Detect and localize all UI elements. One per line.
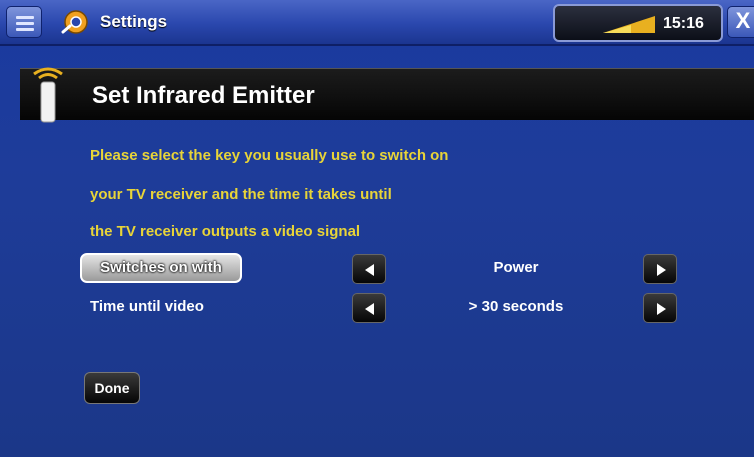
close-button[interactable]: X (727, 6, 754, 38)
arrow-right-icon (657, 264, 666, 276)
clock: 15:16 (663, 15, 704, 32)
switches-on-with-button[interactable]: Switches on with (80, 253, 242, 283)
switch-key-next-button[interactable] (643, 254, 677, 284)
instruction-line: Please select the key you usually use to… (90, 147, 449, 164)
arrow-left-icon (365, 264, 374, 276)
app-title: Settings (100, 12, 168, 31)
instruction-line: your TV receiver and the time it takes u… (90, 186, 392, 203)
time-until-video-value: > 30 seconds (468, 298, 564, 315)
menu-button[interactable] (6, 6, 42, 38)
settings-gear-icon (61, 10, 88, 34)
menu-icon-bar (16, 22, 34, 25)
signal-strength-icon (603, 16, 655, 33)
switch-key-value: Power (493, 259, 539, 276)
remote-control-icon (33, 67, 63, 123)
arrow-left-icon (365, 303, 374, 315)
page-title: Set Infrared Emitter (92, 82, 315, 109)
time-prev-button[interactable] (352, 293, 386, 323)
settings-screen: Settings 15:16 X Set Infrared Emitter Pl… (0, 0, 754, 457)
arrow-right-icon (657, 303, 666, 315)
switch-key-prev-button[interactable] (352, 254, 386, 284)
instruction-line: the TV receiver outputs a video signal (90, 223, 361, 240)
status-indicator: 15:16 (553, 4, 723, 42)
status-bar: Settings 15:16 X (0, 0, 754, 46)
done-button[interactable]: Done (84, 372, 140, 404)
menu-icon-bar (16, 16, 34, 19)
menu-icon-bar (16, 28, 34, 31)
time-next-button[interactable] (643, 293, 677, 323)
time-until-video-label: Time until video (90, 298, 204, 315)
